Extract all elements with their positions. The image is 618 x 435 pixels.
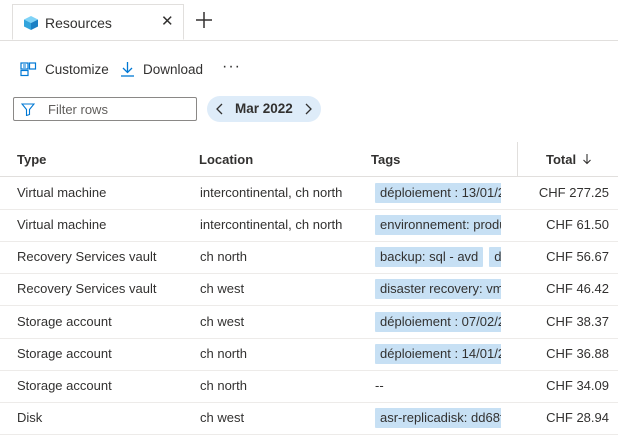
chevron-left-icon[interactable] [213, 102, 227, 116]
cell-location: intercontinental, ch north [200, 217, 343, 233]
table-row[interactable]: Virtual machine intercontinental, ch nort… [0, 209, 618, 243]
cell-tags: asr-replicadisk: dd68f [375, 408, 501, 429]
date-picker: Mar 2022 [207, 96, 321, 122]
table-row[interactable]: Disk ch west asr-replicadisk: dd68f CHF 28.… [0, 402, 618, 435]
column-header-total[interactable]: Total [546, 152, 576, 167]
tag-chip[interactable]: environnement: production [375, 215, 501, 236]
tag-chip[interactable]: backup: sql - avd [375, 247, 484, 268]
column-header-location[interactable]: Location [199, 152, 253, 167]
cell-location: ch west [200, 410, 245, 426]
tab-resources[interactable]: Resources ✕ [12, 4, 184, 40]
cell-type: Storage account [17, 377, 112, 393]
cell-tags: déploiement : 13/01/2022 [375, 183, 501, 203]
close-icon[interactable]: ✕ [161, 14, 174, 30]
cell-total: CHF 34.09 [546, 377, 609, 393]
cell-type: Virtual machine [17, 185, 107, 200]
column-header-tags[interactable]: Tags [371, 152, 400, 167]
cell-location: ch north [200, 377, 247, 393]
cell-tags: déploiement : 14/01/2022 [375, 343, 501, 364]
customize-label: Customize [45, 61, 109, 77]
tag-chip[interactable]: disaster recovery: vms [375, 279, 501, 300]
filter-rows-field[interactable] [13, 97, 197, 121]
customize-button[interactable]: Customize [20, 58, 109, 80]
plus-icon[interactable] [194, 10, 214, 30]
download-label: Download [143, 61, 204, 77]
table-row[interactable]: Storage account ch west déploiement : 07/0… [0, 306, 618, 339]
tag-chip[interactable]: asr-replicadisk: dd68f [375, 408, 501, 429]
cell-total: CHF 46.42 [546, 281, 609, 297]
filter-icon [21, 103, 35, 116]
tag-chip[interactable]: déploiement : 14/01/2022 [375, 343, 501, 364]
cell-location: ch west [200, 281, 245, 297]
customize-icon [20, 61, 37, 76]
cell-tags: backup: sql - avdde [375, 247, 501, 268]
cell-total: CHF 61.50 [546, 217, 609, 233]
tag-chip[interactable]: déploiement : 07/02/2022 [375, 311, 501, 332]
sort-descending-icon[interactable] [582, 153, 592, 165]
date-label[interactable]: Mar 2022 [235, 101, 293, 116]
cell-total: CHF 36.88 [546, 345, 609, 361]
cell-location: ch west [200, 313, 245, 329]
cell-total: CHF 38.37 [546, 313, 609, 329]
table-row[interactable]: Recovery Services vault ch north backup: s… [0, 241, 618, 275]
tab-title: Resources [45, 15, 112, 31]
more-options-button[interactable]: ··· [222, 58, 241, 76]
cell-type: Recovery Services vault [17, 281, 157, 297]
cell-type: Recovery Services vault [17, 249, 157, 265]
cell-tags: environnement: production [375, 215, 501, 236]
tag-chip[interactable]: déploiement : 13/01/2022 [375, 183, 501, 203]
toolbar: Customize Download ··· [20, 58, 600, 82]
cell-type: Storage account [17, 345, 112, 361]
cube-icon [24, 16, 38, 30]
empty-tag-placeholder: -- [375, 377, 384, 393]
cell-tags: déploiement : 07/02/2022 [375, 311, 501, 332]
download-icon [121, 62, 134, 77]
cell-total: CHF 56.67 [546, 249, 609, 265]
column-header-type[interactable]: Type [17, 152, 46, 167]
cell-type: Virtual machine [17, 217, 107, 233]
cell-location: ch north [200, 345, 247, 361]
chevron-right-icon[interactable] [301, 102, 315, 116]
download-button[interactable]: Download [120, 58, 203, 80]
cell-tags: disaster recovery: vms [375, 279, 501, 300]
table-row[interactable]: Recovery Services vault ch west disaster r… [0, 273, 618, 307]
table-row[interactable]: Storage account ch north déploiement : 14/… [0, 338, 618, 371]
cell-tags: -- [375, 376, 501, 396]
tab-bar: Resources ✕ [0, 0, 618, 41]
cell-location: intercontinental, ch north [200, 185, 343, 200]
table-row[interactable]: Storage account ch north -- CHF 34.09 [0, 370, 618, 403]
cell-total: CHF 277.25 [538, 185, 609, 200]
table-header: Type Location Tags Total [0, 142, 618, 177]
table-row[interactable]: Virtual machine intercontinental, ch nort… [0, 177, 618, 210]
cell-location: ch north [200, 249, 247, 265]
cell-type: Storage account [17, 313, 112, 329]
cell-type: Disk [17, 410, 43, 426]
cell-total: CHF 28.94 [546, 410, 609, 426]
column-divider [517, 142, 518, 176]
filter-rows-input[interactable] [48, 101, 188, 117]
tag-chip[interactable]: de [489, 247, 501, 268]
